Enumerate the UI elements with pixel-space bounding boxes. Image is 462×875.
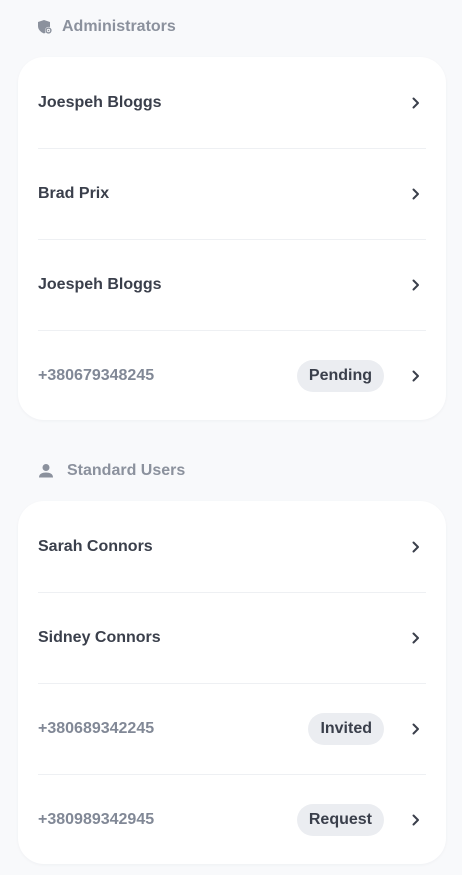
chevron-right-icon [410, 630, 422, 646]
section-header-standard-users: Standard Users [37, 461, 185, 481]
chevron-right-icon [410, 721, 422, 737]
person-icon [37, 462, 55, 480]
chevron-right-icon [410, 539, 422, 555]
chevron-right-icon [410, 368, 422, 384]
admin-row-brad-prix[interactable]: Brad Prix [18, 148, 446, 239]
user-row-sarah-connors[interactable]: Sarah Connors [18, 501, 446, 592]
chevron-right-icon [410, 186, 422, 202]
administrators-card: Joespeh Bloggs Brad Prix Joespeh Bloggs … [18, 57, 446, 420]
admin-row-phone-pending[interactable]: +380679348245 Pending [18, 330, 446, 421]
section-header-administrators: Administrators [36, 17, 176, 37]
user-phone: +380679348245 [38, 366, 155, 384]
user-name: Sidney Connors [38, 628, 161, 646]
admin-row-joespeh-bloggs[interactable]: Joespeh Bloggs [18, 57, 446, 148]
user-phone: +380689342245 [38, 719, 155, 737]
user-phone: +380989342945 [38, 810, 155, 828]
chevron-right-icon [410, 812, 422, 828]
shield-gear-icon [36, 18, 54, 36]
section-title: Standard Users [67, 462, 186, 479]
user-name: Joespeh Bloggs [38, 93, 162, 111]
standard-users-card: Sarah Connors Sidney Connors +3806893422… [18, 501, 446, 864]
user-row-phone-invited[interactable]: +380689342245 Invited [18, 683, 446, 774]
status-badge-invited: Invited [308, 712, 384, 745]
status-badge-request: Request [296, 803, 384, 836]
chevron-right-icon [410, 277, 422, 293]
user-row-phone-request[interactable]: +380989342945 Request [18, 774, 446, 865]
user-name: Sarah Connors [38, 537, 153, 555]
user-row-sidney-connors[interactable]: Sidney Connors [18, 592, 446, 683]
admin-row-joespeh-bloggs-2[interactable]: Joespeh Bloggs [18, 239, 446, 330]
user-name: Joespeh Bloggs [38, 275, 162, 293]
status-badge-pending: Pending [296, 359, 384, 392]
chevron-right-icon [410, 95, 422, 111]
section-title: Administrators [62, 18, 176, 35]
user-name: Brad Prix [38, 184, 110, 202]
